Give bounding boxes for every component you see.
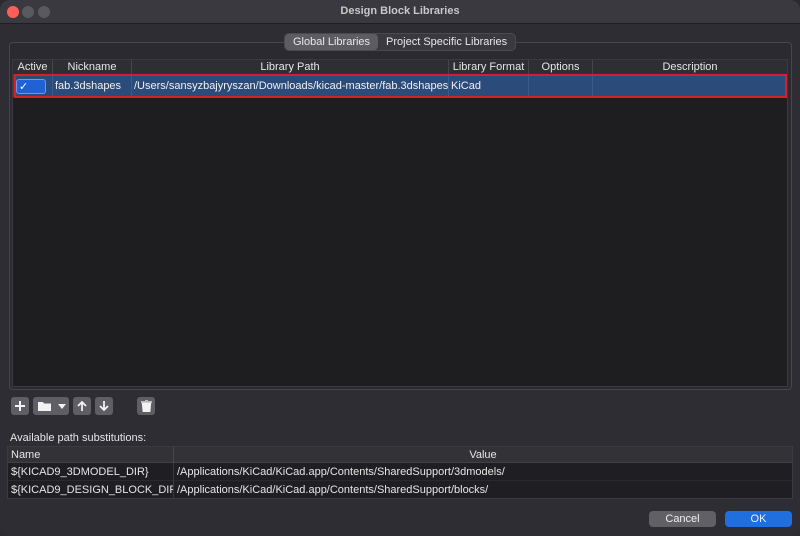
tab-project-specific-libraries[interactable]: Project Specific Libraries bbox=[378, 34, 515, 50]
description-cell[interactable] bbox=[593, 75, 787, 97]
add-library-button[interactable] bbox=[11, 397, 29, 415]
column-header-name[interactable]: Name bbox=[8, 447, 174, 463]
table-row[interactable]: ${KICAD9_DESIGN_BLOCK_DIR} /Applications… bbox=[8, 481, 792, 499]
folder-icon bbox=[37, 402, 51, 411]
browse-library-button[interactable] bbox=[33, 397, 55, 415]
column-header-description[interactable]: Description bbox=[593, 60, 787, 75]
library-toolbar bbox=[11, 397, 155, 415]
nickname-cell[interactable]: fab.3dshapes bbox=[53, 75, 132, 97]
library-table[interactable]: Active Nickname Library Path Library For… bbox=[12, 59, 788, 387]
column-header-active[interactable]: Active bbox=[13, 60, 53, 75]
path-substitutions-label: Available path substitutions: bbox=[10, 432, 147, 444]
browse-options-dropdown[interactable] bbox=[55, 397, 69, 415]
table-row[interactable]: ✓ fab.3dshapes /Users/sansyzbajyryszan/D… bbox=[13, 75, 787, 97]
library-table-header: Active Nickname Library Path Library For… bbox=[13, 60, 787, 75]
column-header-library-path[interactable]: Library Path bbox=[132, 60, 449, 75]
active-checkbox[interactable]: ✓ bbox=[16, 78, 46, 94]
substitutions-header: Name Value bbox=[8, 447, 792, 463]
table-row[interactable]: ${KICAD9_3DMODEL_DIR} /Applications/KiCa… bbox=[8, 463, 792, 481]
move-up-button[interactable] bbox=[73, 397, 91, 415]
column-header-library-format[interactable]: Library Format bbox=[449, 60, 529, 75]
dialog-window: Design Block Libraries Global Libraries … bbox=[0, 0, 800, 536]
window-title: Design Block Libraries bbox=[340, 5, 460, 17]
active-cell[interactable]: ✓ bbox=[13, 75, 53, 97]
trash-icon bbox=[140, 400, 152, 412]
substitution-value-cell[interactable]: /Applications/KiCad/KiCad.app/Contents/S… bbox=[174, 481, 792, 499]
move-down-button[interactable] bbox=[95, 397, 113, 415]
arrow-up-icon bbox=[77, 400, 87, 411]
arrow-down-icon bbox=[99, 401, 109, 412]
column-header-nickname[interactable]: Nickname bbox=[53, 60, 132, 75]
tab-global-libraries[interactable]: Global Libraries bbox=[285, 34, 379, 50]
path-substitutions-table[interactable]: Name Value ${KICAD9_3DMODEL_DIR} /Applic… bbox=[7, 446, 793, 499]
library-path-cell[interactable]: /Users/sansyzbajyryszan/Downloads/kicad-… bbox=[132, 75, 449, 97]
column-header-options[interactable]: Options bbox=[529, 60, 593, 75]
ok-button[interactable]: OK bbox=[725, 511, 792, 527]
substitution-name-cell[interactable]: ${KICAD9_DESIGN_BLOCK_DIR} bbox=[8, 481, 174, 499]
substitution-name-cell[interactable]: ${KICAD9_3DMODEL_DIR} bbox=[8, 463, 174, 481]
chevron-down-icon bbox=[58, 403, 66, 409]
library-format-cell[interactable]: KiCad bbox=[449, 75, 529, 97]
substitution-value-cell[interactable]: /Applications/KiCad/KiCad.app/Contents/S… bbox=[174, 463, 792, 481]
column-header-value[interactable]: Value bbox=[174, 447, 792, 463]
options-cell[interactable] bbox=[529, 75, 593, 97]
plus-icon bbox=[15, 401, 25, 411]
cancel-button[interactable]: Cancel bbox=[649, 511, 716, 527]
remove-library-button[interactable] bbox=[137, 397, 155, 415]
title-bar: Design Block Libraries bbox=[0, 0, 800, 24]
library-tabs: Global Libraries Project Specific Librar… bbox=[284, 33, 517, 51]
